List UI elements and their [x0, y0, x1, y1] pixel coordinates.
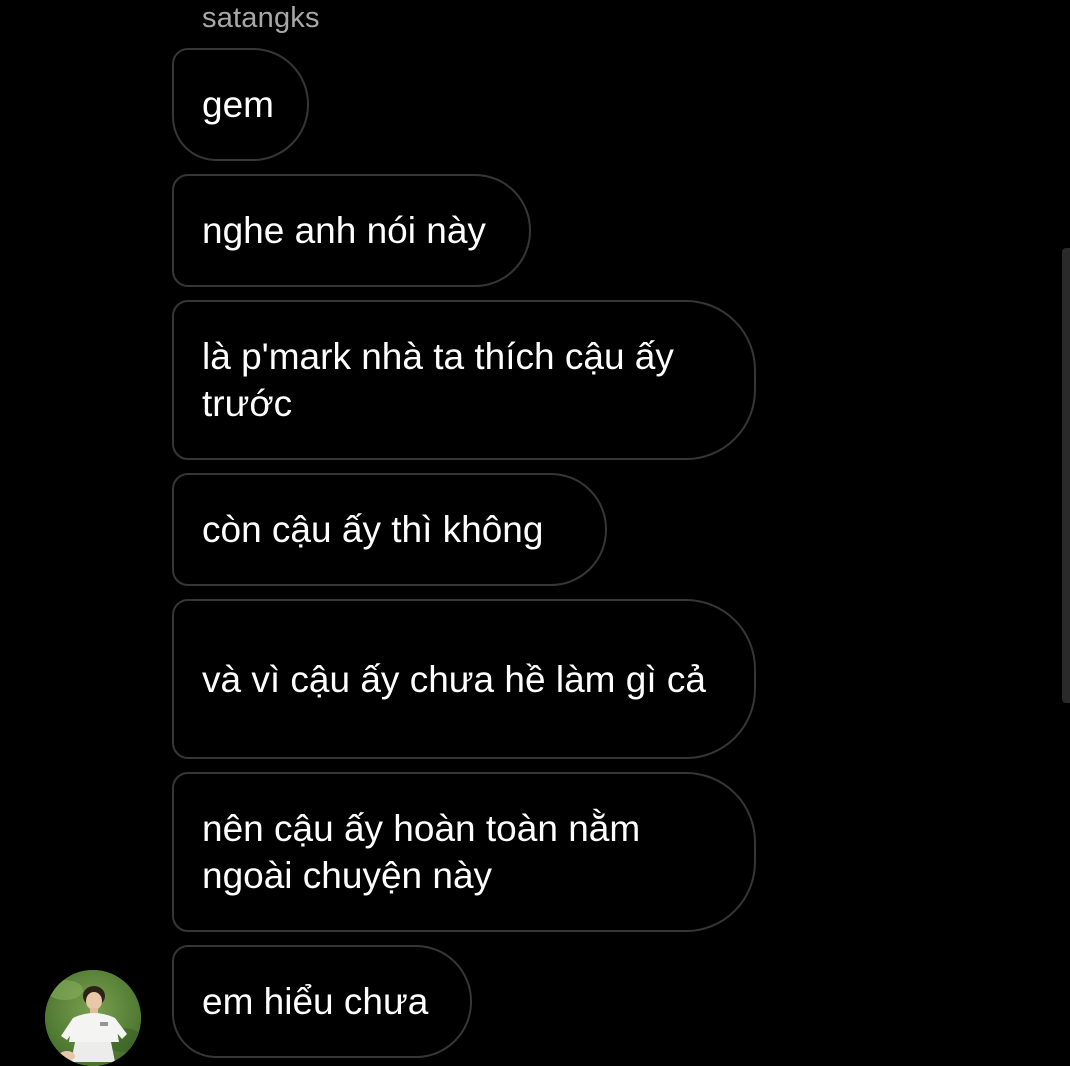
sender-name: satangks [202, 2, 320, 34]
profile-photo-icon [45, 970, 141, 1066]
avatar[interactable] [45, 970, 141, 1066]
message-bubble[interactable]: nghe anh nói này [172, 174, 531, 287]
message-text: em hiểu chưa [202, 981, 429, 1022]
message-text: nghe anh nói này [202, 210, 486, 251]
message-bubble[interactable]: nên cậu ấy hoàn toàn nằm ngoài chuyện nà… [172, 772, 756, 932]
message-text: nên cậu ấy hoàn toàn nằm ngoài chuyện nà… [202, 808, 651, 896]
message-bubble[interactable]: còn cậu ấy thì không [172, 473, 607, 586]
message-text: gem [202, 84, 274, 125]
message-bubble[interactable]: em hiểu chưa [172, 945, 472, 1058]
scrollbar[interactable] [1062, 248, 1070, 703]
message-text: còn cậu ấy thì không [202, 509, 544, 550]
message-bubble[interactable]: gem [172, 48, 309, 161]
message-text: là p'mark nhà ta thích cậu ấy trước [202, 336, 685, 424]
message-bubble[interactable]: là p'mark nhà ta thích cậu ấy trước [172, 300, 756, 460]
message-text: và vì cậu ấy chưa hề làm gì cả [202, 658, 706, 700]
message-bubble[interactable]: và vì cậu ấy chưa hề làm gì cả [172, 599, 756, 759]
